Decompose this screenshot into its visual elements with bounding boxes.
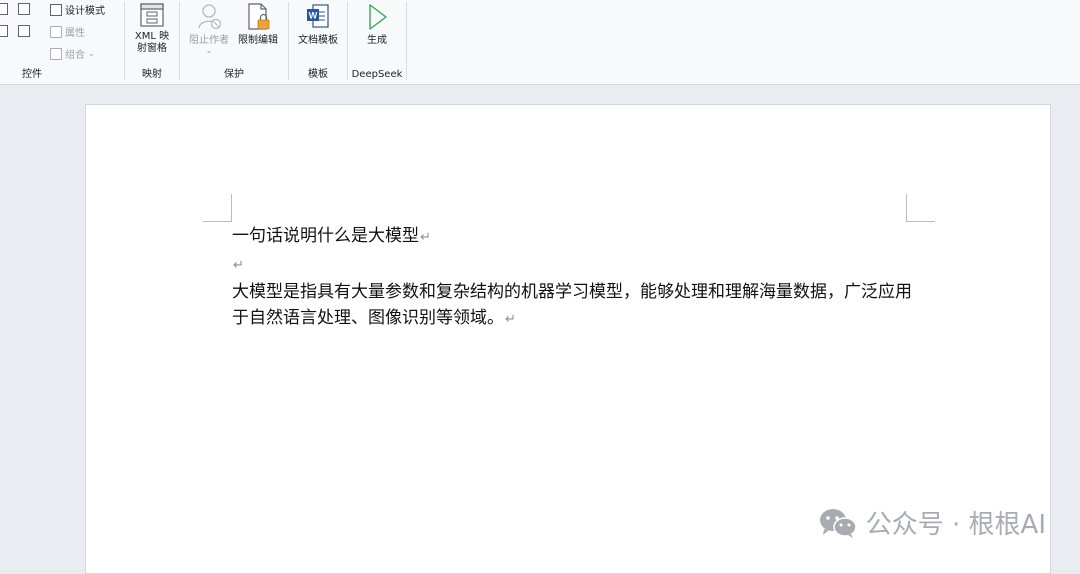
design-mode-button[interactable]: 设计模式	[50, 2, 105, 17]
wechat-icon	[819, 508, 857, 538]
document-paragraph[interactable]: 大模型是指具有大量参数和复杂结构的机器学习模型，能够处理和理解海量数据，广泛应用…	[232, 279, 922, 333]
xml-mapping-pane-icon	[140, 3, 164, 27]
chevron-down-icon: ⌄	[88, 49, 95, 58]
dropdown-control-icon[interactable]	[0, 25, 8, 37]
play-triangle-icon	[369, 4, 387, 30]
svg-text:W: W	[309, 11, 318, 21]
deepseek-group-label: DeepSeek	[351, 69, 403, 80]
empty-paragraph[interactable]: ↵	[232, 251, 922, 279]
ribbon: 设计模式 属性 组合 ⌄ 控件 XML 映 射窗格 映射 阻止作者 ⌄ 限制编辑…	[0, 0, 1080, 85]
margin-corner-top-left	[203, 194, 232, 222]
group-icon	[50, 47, 62, 60]
paragraph-mark: ↵	[233, 258, 244, 273]
margin-corner-top-right	[906, 194, 935, 222]
document-title-line[interactable]: 一句话说明什么是大模型↵	[232, 223, 922, 251]
controls-group-label: 控件	[22, 69, 42, 80]
generate-button[interactable]: 生成	[357, 2, 397, 47]
mapping-group: XML 映 射窗格 映射	[125, 0, 179, 82]
restrict-editing-label: 限制编辑	[238, 35, 278, 46]
block-authors-icon	[198, 4, 222, 30]
watermark: 公众号 · 根根AI	[818, 504, 1046, 541]
legacy-tools-icon[interactable]	[18, 25, 30, 37]
design-mode-icon	[50, 3, 62, 16]
controls-group: 设计模式 属性 组合 ⌄ 控件	[0, 0, 124, 82]
group-button-label: 组合	[65, 50, 85, 61]
generate-label: 生成	[367, 35, 387, 46]
group-divider	[406, 2, 407, 80]
deepseek-group: 生成 DeepSeek	[348, 0, 406, 82]
word-document-icon: W	[307, 4, 329, 28]
restrict-editing-icon	[248, 3, 270, 30]
xml-pane-label-line2: 射窗格	[137, 43, 167, 54]
block-authors-button[interactable]: 阻止作者 ⌄	[186, 2, 232, 55]
protect-group: 阻止作者 ⌄ 限制编辑 保护	[180, 0, 288, 82]
group-button[interactable]: 组合 ⌄	[50, 46, 95, 61]
paragraph-mark: ↵	[420, 230, 431, 245]
mapping-group-label: 映射	[142, 69, 162, 80]
paragraph-mark: ↵	[505, 312, 516, 327]
picture-control-icon[interactable]	[0, 3, 8, 15]
restrict-editing-button[interactable]: 限制编辑	[234, 2, 282, 47]
xml-mapping-pane-button[interactable]: XML 映 射窗格	[131, 2, 173, 55]
protect-group-label: 保护	[224, 69, 244, 80]
document-template-label: 文档模板	[298, 35, 338, 46]
template-group-label: 模板	[308, 69, 328, 80]
properties-icon	[50, 25, 62, 38]
building-block-control-icon[interactable]	[18, 3, 30, 15]
template-group: W 文档模板 模板	[289, 0, 347, 82]
watermark-text: 公众号 · 根根AI	[865, 510, 1046, 540]
paragraph-line-1: 大模型是指具有大量参数和复杂结构的机器学习模型，能够处理和理解海量数据，广泛应用	[232, 282, 912, 302]
properties-label: 属性	[65, 28, 85, 39]
properties-button[interactable]: 属性	[50, 24, 85, 39]
design-mode-label: 设计模式	[65, 6, 105, 17]
document-template-button[interactable]: W 文档模板	[294, 2, 342, 47]
xml-pane-label-line1: XML 映	[134, 31, 170, 42]
document-body[interactable]: 一句话说明什么是大模型↵ ↵ 大模型是指具有大量参数和复杂结构的机器学习模型，能…	[232, 223, 922, 333]
paragraph-line-2: 于自然语言处理、图像识别等领域。	[232, 308, 504, 328]
chevron-down-icon: ⌄	[205, 46, 213, 55]
